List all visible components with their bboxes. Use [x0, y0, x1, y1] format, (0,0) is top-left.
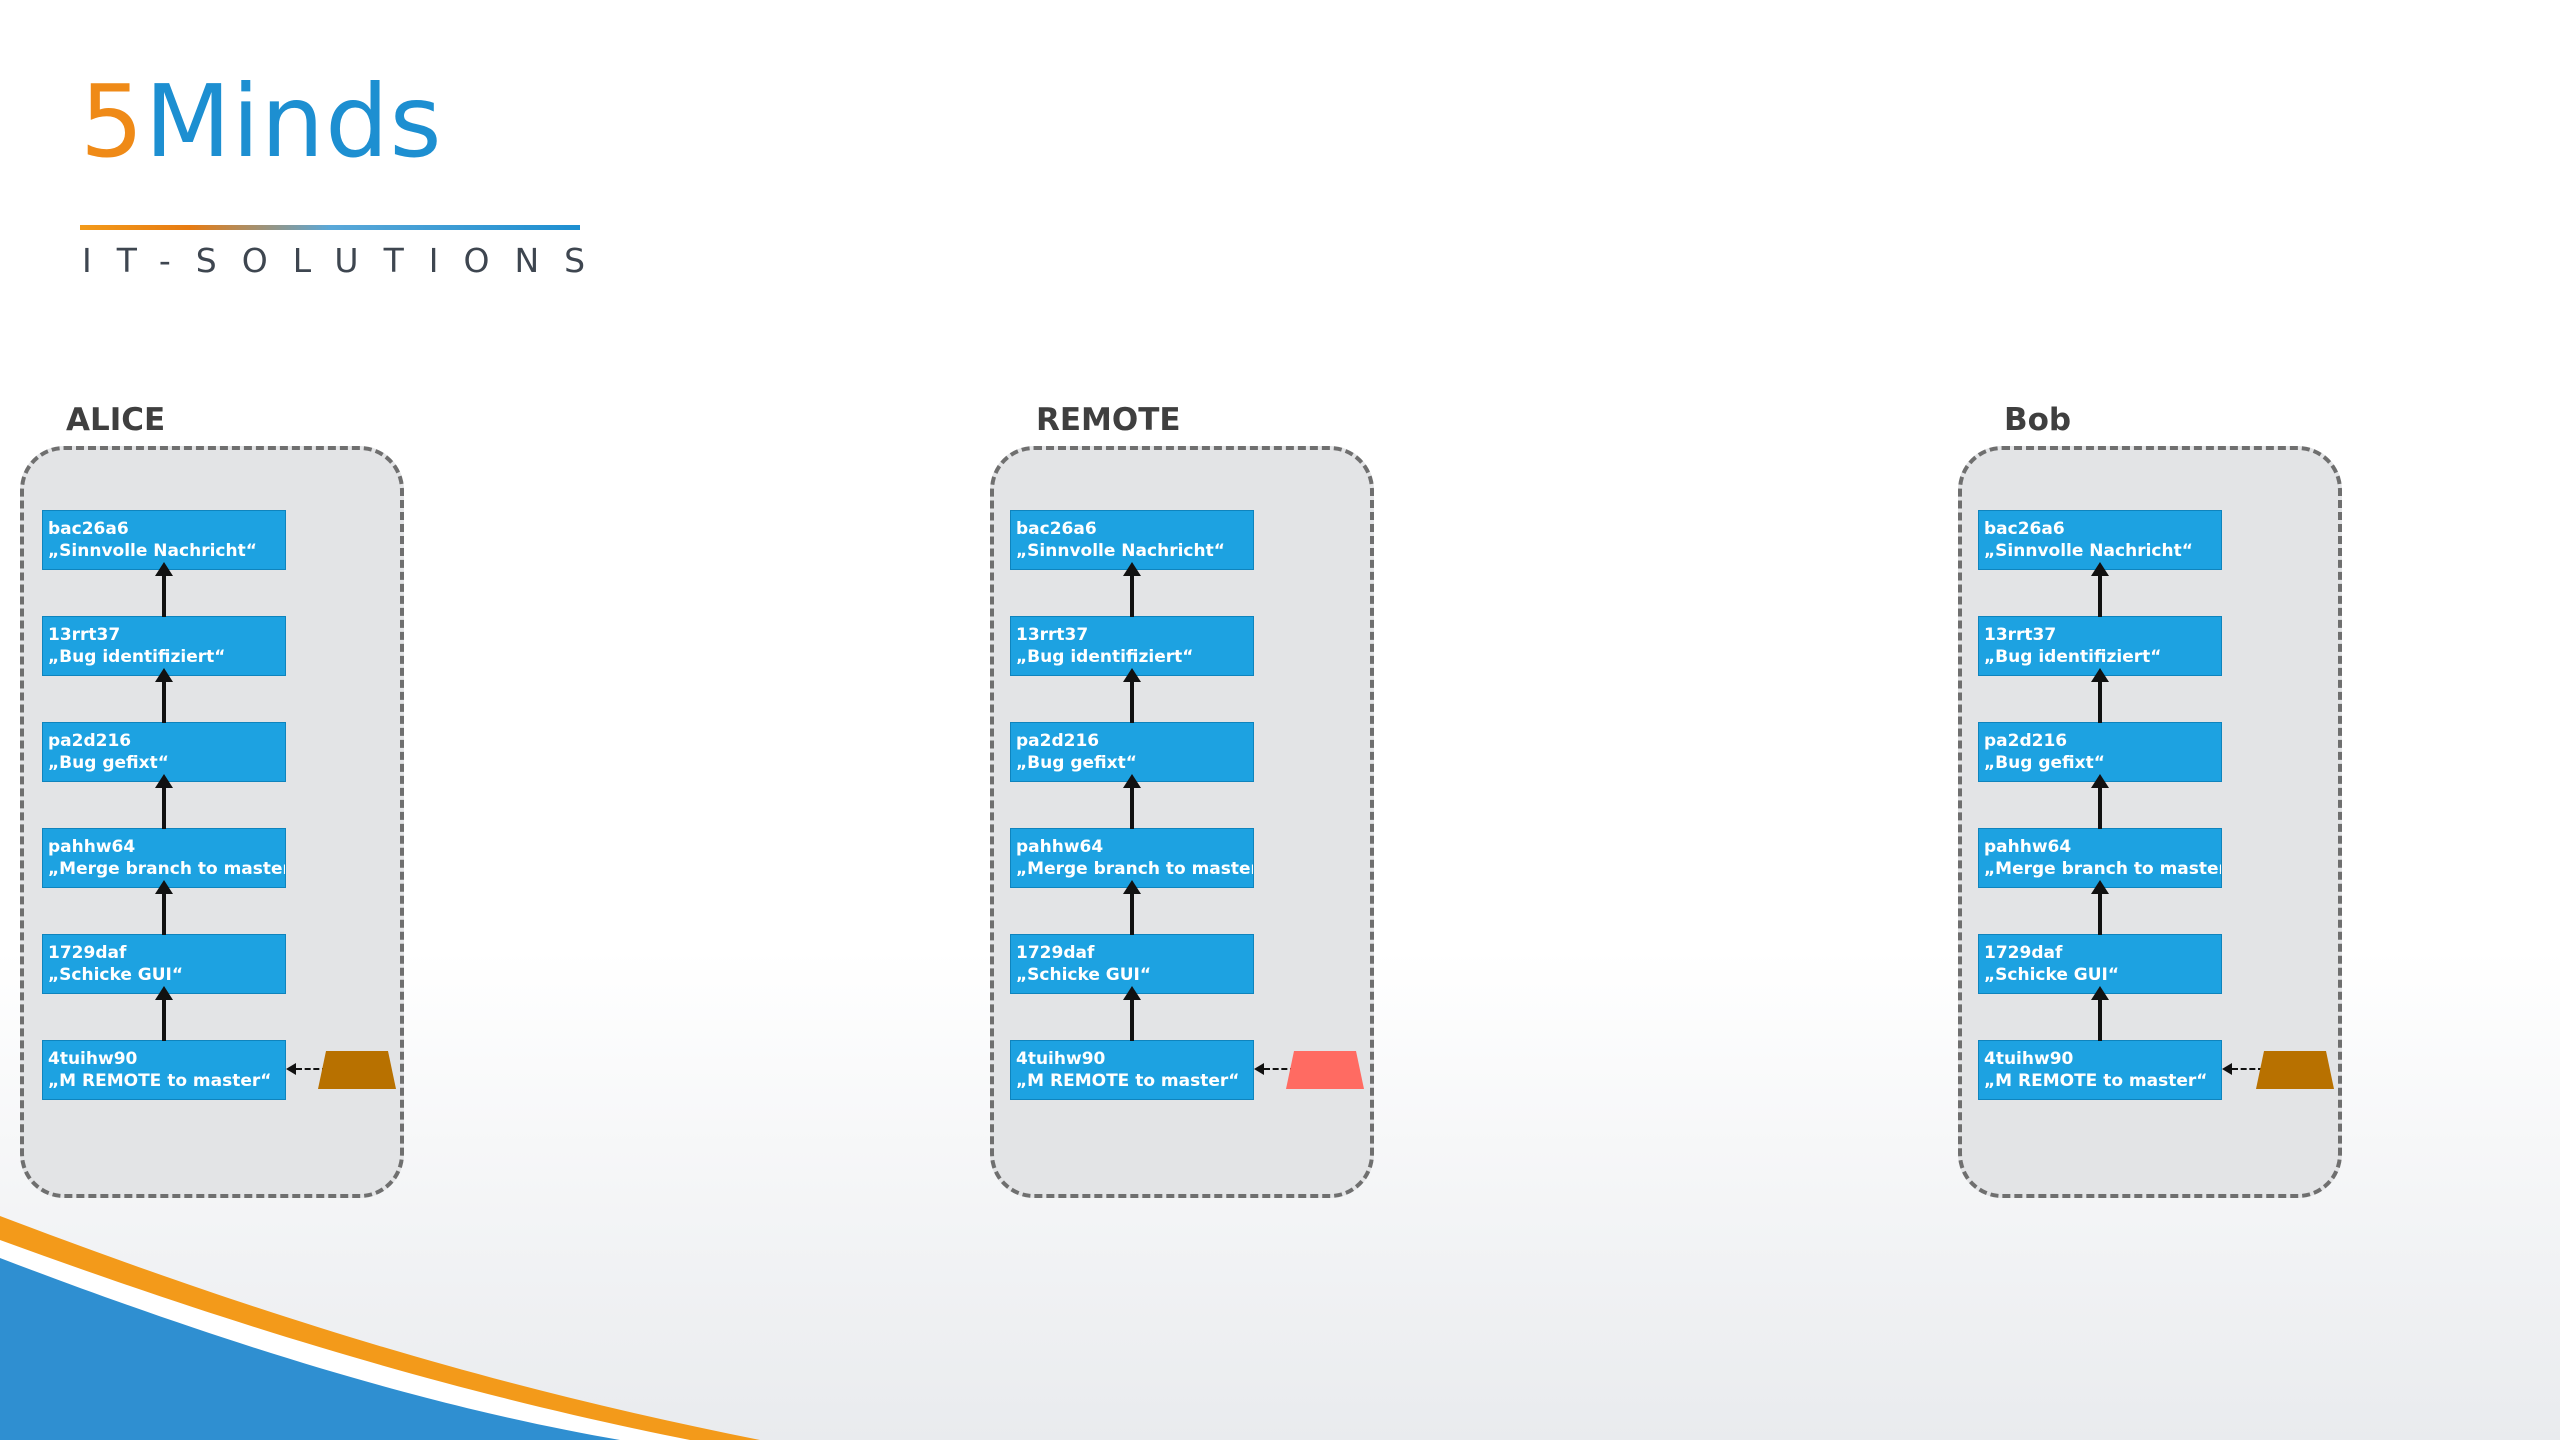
- commit-box-bob-5[interactable]: 1729daf „Schicke GUI“: [1978, 934, 2222, 994]
- commit-hash: pa2d216: [1984, 731, 2068, 751]
- commit-message: „Merge branch to master“: [48, 859, 286, 879]
- parent-arrow-bob-1: [2091, 562, 2109, 617]
- commit-box-remote-4[interactable]: pahhw64 „Merge branch to master“: [1010, 828, 1254, 888]
- commit-box-remote-5[interactable]: 1729daf „Schicke GUI“: [1010, 934, 1254, 994]
- commit-hash: 1729daf: [48, 943, 127, 963]
- commit-box-remote-1[interactable]: bac26a6 „Sinnvolle Nachricht“: [1010, 510, 1254, 570]
- commit-hash: pa2d216: [48, 731, 132, 751]
- commit-box-bob-4[interactable]: pahhw64 „Merge branch to master“: [1978, 828, 2222, 888]
- commit-box-bob-3[interactable]: pa2d216 „Bug gefixt“: [1978, 722, 2222, 782]
- branch-pointer-remote[interactable]: [1286, 1051, 1364, 1089]
- commit-message: „Merge branch to master“: [1984, 859, 2222, 879]
- commit-message: „Bug identifiziert“: [48, 647, 226, 667]
- commit-message: „Sinnvolle Nachricht“: [48, 541, 257, 561]
- parent-arrow-remote-2: [1123, 668, 1141, 723]
- company-logo: 5Minds IT-SOLUTIONS: [80, 72, 600, 277]
- branch-shape-icon: [2256, 1051, 2334, 1089]
- logo-number: 5: [80, 63, 145, 180]
- commit-box-remote-2[interactable]: 13rrt37 „Bug identifiziert“: [1010, 616, 1254, 676]
- parent-arrow-bob-5: [2091, 986, 2109, 1041]
- commit-box-bob-1[interactable]: bac26a6 „Sinnvolle Nachricht“: [1978, 510, 2222, 570]
- parent-arrow-alice-5: [155, 986, 173, 1041]
- commit-hash: 4tuihw90: [48, 1049, 138, 1069]
- group-title-alice: ALICE: [66, 402, 166, 438]
- commit-message: „Bug identifiziert“: [1984, 647, 2162, 667]
- parent-arrow-bob-2: [2091, 668, 2109, 723]
- logo-divider: [80, 225, 580, 230]
- parent-arrow-remote-1: [1123, 562, 1141, 617]
- parent-arrow-alice-1: [155, 562, 173, 617]
- commit-box-alice-2[interactable]: 13rrt37 „Bug identifiziert“: [42, 616, 286, 676]
- commit-message: „Sinnvolle Nachricht“: [1984, 541, 2193, 561]
- commit-hash: bac26a6: [48, 519, 129, 539]
- branch-shape-icon: [318, 1051, 396, 1089]
- branch-pointer-alice[interactable]: [318, 1051, 396, 1089]
- group-title-bob: Bob: [2004, 402, 2072, 438]
- commit-hash: pa2d216: [1016, 731, 1100, 751]
- commit-hash: pahhw64: [1984, 837, 2072, 857]
- commit-message: „M REMOTE to master“: [1984, 1071, 2208, 1091]
- parent-arrow-remote-5: [1123, 986, 1141, 1041]
- commit-box-remote-6[interactable]: 4tuihw90 „M REMOTE to master“: [1010, 1040, 1254, 1100]
- commit-hash: bac26a6: [1016, 519, 1097, 539]
- commit-message: „Sinnvolle Nachricht“: [1016, 541, 1225, 561]
- commit-message: „Schicke GUI“: [48, 965, 184, 985]
- commit-hash: 1729daf: [1984, 943, 2063, 963]
- parent-arrow-remote-4: [1123, 880, 1141, 935]
- logo-word: Minds: [144, 63, 443, 180]
- commit-box-bob-2[interactable]: 13rrt37 „Bug identifiziert“: [1978, 616, 2222, 676]
- commit-hash: bac26a6: [1984, 519, 2065, 539]
- group-title-remote: REMOTE: [1036, 402, 1181, 438]
- parent-arrow-bob-4: [2091, 880, 2109, 935]
- logo-wordmark: 5Minds: [80, 72, 443, 172]
- parent-arrow-alice-2: [155, 668, 173, 723]
- commit-box-alice-4[interactable]: pahhw64 „Merge branch to master“: [42, 828, 286, 888]
- commit-message: „M REMOTE to master“: [48, 1071, 272, 1091]
- commit-box-alice-5[interactable]: 1729daf „Schicke GUI“: [42, 934, 286, 994]
- commit-box-alice-6[interactable]: 4tuihw90 „M REMOTE to master“: [42, 1040, 286, 1100]
- commit-hash: 13rrt37: [1016, 625, 1089, 645]
- commit-message: „Bug gefixt“: [1984, 753, 2105, 773]
- commit-message: „Bug identifiziert“: [1016, 647, 1194, 667]
- commit-message: „Schicke GUI“: [1016, 965, 1152, 985]
- commit-hash: pahhw64: [48, 837, 136, 857]
- commit-hash: 13rrt37: [48, 625, 121, 645]
- commit-box-alice-1[interactable]: bac26a6 „Sinnvolle Nachricht“: [42, 510, 286, 570]
- branch-pointer-bob[interactable]: [2256, 1051, 2334, 1089]
- commit-hash: pahhw64: [1016, 837, 1104, 857]
- commit-message: „M REMOTE to master“: [1016, 1071, 1240, 1091]
- parent-arrow-bob-3: [2091, 774, 2109, 829]
- commit-message: „Merge branch to master“: [1016, 859, 1254, 879]
- commit-hash: 4tuihw90: [1984, 1049, 2074, 1069]
- commit-message: „Bug gefixt“: [1016, 753, 1137, 773]
- branch-shape-icon: [1286, 1051, 1364, 1089]
- commit-hash: 4tuihw90: [1016, 1049, 1106, 1069]
- commit-box-bob-6[interactable]: 4tuihw90 „M REMOTE to master“: [1978, 1040, 2222, 1100]
- commit-message: „Schicke GUI“: [1984, 965, 2120, 985]
- parent-arrow-alice-4: [155, 880, 173, 935]
- parent-arrow-alice-3: [155, 774, 173, 829]
- logo-subtitle: IT-SOLUTIONS: [82, 241, 611, 280]
- parent-arrow-remote-3: [1123, 774, 1141, 829]
- commit-hash: 1729daf: [1016, 943, 1095, 963]
- commit-box-remote-3[interactable]: pa2d216 „Bug gefixt“: [1010, 722, 1254, 782]
- commit-hash: 13rrt37: [1984, 625, 2057, 645]
- commit-box-alice-3[interactable]: pa2d216 „Bug gefixt“: [42, 722, 286, 782]
- commit-message: „Bug gefixt“: [48, 753, 169, 773]
